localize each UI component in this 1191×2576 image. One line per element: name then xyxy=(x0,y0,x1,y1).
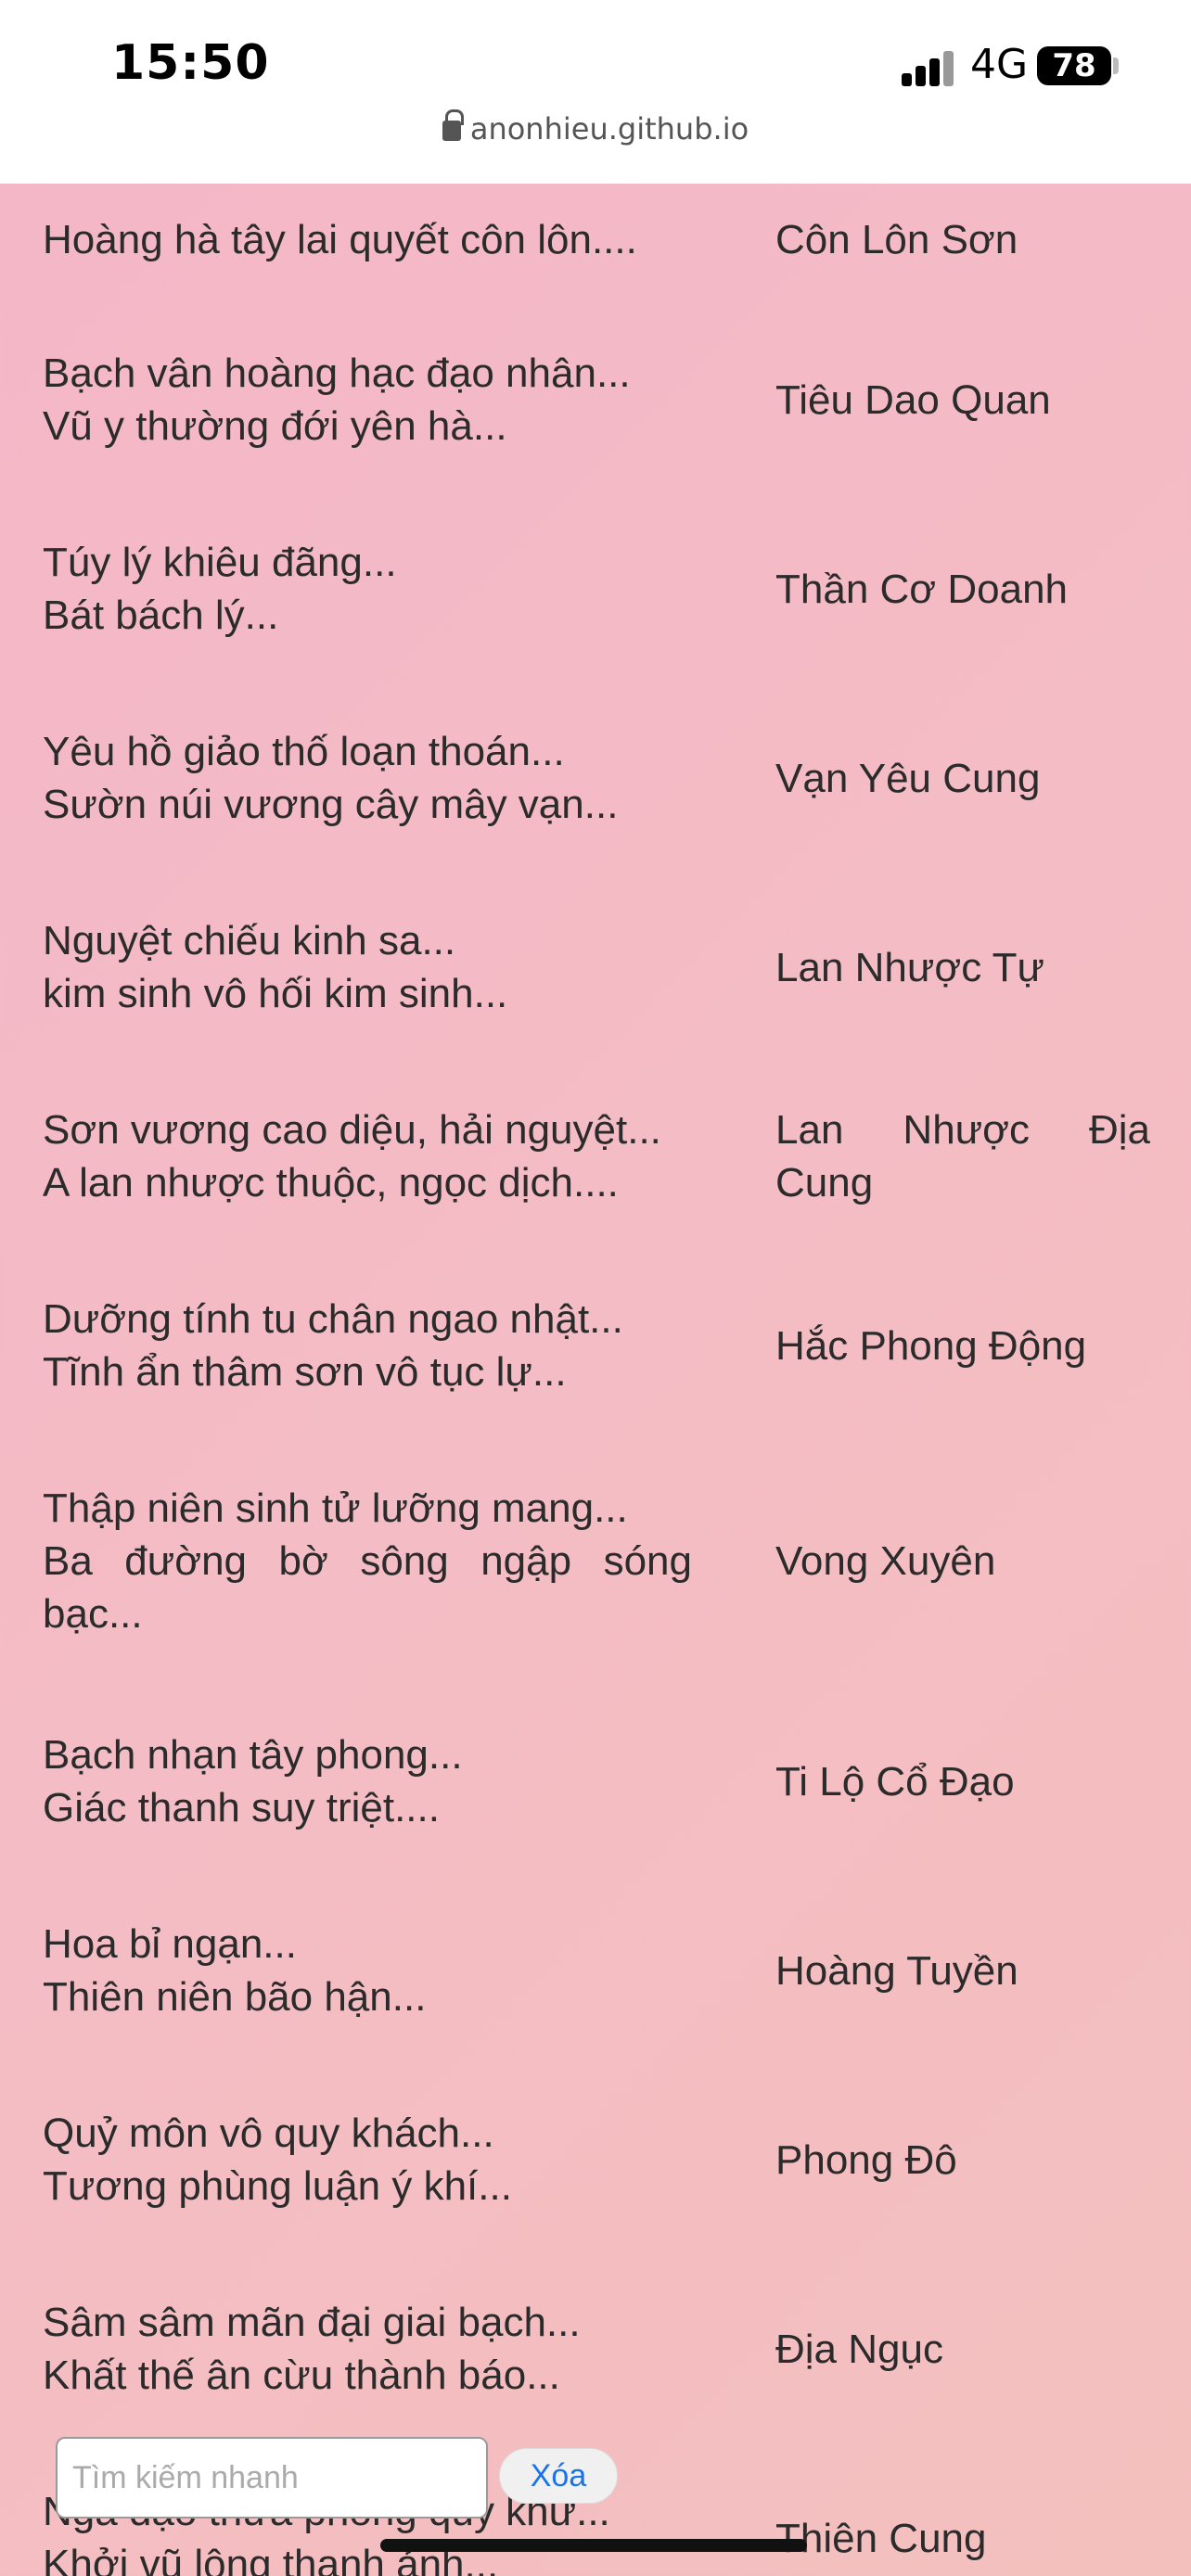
poem-excerpt: Hoàng hà tây lai quyết côn lôn.... xyxy=(43,213,692,266)
poem-line: Dưỡng tính tu chân ngao nhật... xyxy=(43,1296,623,1342)
poem-line: Túy lý khiêu đãng... xyxy=(43,540,397,585)
url-text: anonhieu.github.io xyxy=(469,111,749,147)
network-type: 4G xyxy=(970,41,1029,88)
place-name[interactable]: Thiên Cung xyxy=(775,2512,1150,2565)
poem-line: Quỷ môn vô quy khách... xyxy=(43,2111,494,2156)
poem-line: Sơn vương cao diệu, hải nguyệt... xyxy=(43,1107,661,1153)
poem-excerpt: Sơn vương cao diệu, hải nguyệt... A lan n… xyxy=(43,1103,692,1209)
place-name[interactable]: Hắc Phong Động xyxy=(775,1320,1150,1372)
poem-line: kim sinh vô hối kim sinh... xyxy=(43,971,508,1016)
poem-line: Thiên niên bão hận... xyxy=(43,1974,427,2020)
place-name[interactable]: Hoàng Tuyền xyxy=(775,1945,1150,1997)
place-name[interactable]: Ti Lộ Cổ Đạo xyxy=(775,1755,1150,1808)
poem-line: Ba đường bờ sông ngập sóng bạc... xyxy=(43,1538,692,1637)
poem-line: Yêu hồ giảo thố loạn thoán... xyxy=(43,729,565,774)
battery-tip xyxy=(1113,57,1119,74)
poem-line: Sườn núi vương cây mây vạn... xyxy=(43,782,619,827)
poem-line: Tĩnh ẩn thâm sơn vô tục lự... xyxy=(43,1349,567,1395)
lock-icon xyxy=(442,109,464,141)
poem-line: Nguyệt chiếu kinh sa... xyxy=(43,918,456,963)
poem-line: Giác thanh suy triệt.... xyxy=(43,1785,440,1830)
poem-excerpt: Bạch vân hoàng hạc đạo nhân... Vũ y thườn… xyxy=(43,347,692,453)
home-indicator xyxy=(380,2539,807,2552)
poem-line: Bạch vân hoàng hạc đạo nhân... xyxy=(43,351,631,396)
status-bar: 15:50 4G 78 anonhieu.github.io xyxy=(0,0,1191,184)
place-name[interactable]: Tiêu Dao Quan xyxy=(775,374,1150,427)
poem-line: Tương phùng luận ý khí... xyxy=(43,2163,512,2209)
address-bar[interactable]: anonhieu.github.io xyxy=(0,109,1191,147)
clear-button[interactable]: Xóa xyxy=(499,2448,618,2504)
signal-strength-icon xyxy=(902,51,955,86)
poem-line: Hoa bỉ ngạn... xyxy=(43,1921,297,1967)
place-name[interactable]: Vong Xuyên xyxy=(775,1535,1150,1588)
poem-excerpt: Dưỡng tính tu chân ngao nhật... Tĩnh ẩn t… xyxy=(43,1293,692,1398)
poem-excerpt: Thập niên sinh tử lưỡng mang... Ba đường … xyxy=(43,1482,692,1640)
poem-line: Khất thế ân cừu thành báo... xyxy=(43,2353,560,2398)
poem-line: Hoàng hà tây lai quyết côn lôn.... xyxy=(43,217,637,262)
poem-line: A lan nhược thuộc, ngọc dịch.... xyxy=(43,1160,619,1205)
search-input[interactable]: Tìm kiếm nhanh xyxy=(56,2437,488,2519)
poem-excerpt: Quỷ môn vô quy khách... Tương phùng luận … xyxy=(43,2107,692,2213)
place-name[interactable]: Lan Nhược Địa Cung xyxy=(775,1103,1150,1209)
place-name[interactable]: Phong Đô xyxy=(775,2134,1150,2187)
place-name[interactable]: Côn Lôn Sơn xyxy=(775,213,1150,266)
poem-line: Vũ y thường đới yên hà... xyxy=(43,403,507,449)
status-time: 15:50 xyxy=(111,35,270,91)
place-name[interactable]: Vạn Yêu Cung xyxy=(775,752,1150,805)
poem-excerpt: Bạch nhạn tây phong... Giác thanh suy tri… xyxy=(43,1728,692,1834)
poem-excerpt: Túy lý khiêu đãng... Bát bách lý... xyxy=(43,536,692,642)
poem-line: Bạch nhạn tây phong... xyxy=(43,1732,463,1778)
battery-icon: 78 xyxy=(1037,46,1111,85)
place-name[interactable]: Địa Ngục xyxy=(775,2323,1150,2376)
poem-excerpt: Sâm sâm mãn đại giai bạch... Khất thế ân … xyxy=(43,2296,692,2402)
poem-line: Sâm sâm mãn đại giai bạch... xyxy=(43,2300,581,2345)
poem-line: Thập niên sinh tử lưỡng mang... xyxy=(43,1486,628,1531)
poem-line: Bát bách lý... xyxy=(43,593,279,638)
poem-excerpt: Nguyệt chiếu kinh sa... kim sinh vô hối k… xyxy=(43,914,692,1020)
place-name[interactable]: Lan Nhược Tự xyxy=(775,941,1150,994)
poem-excerpt: Yêu hồ giảo thố loạn thoán... Sườn núi vư… xyxy=(43,725,692,831)
poem-excerpt: Hoa bỉ ngạn... Thiên niên bão hận... xyxy=(43,1918,692,2023)
place-name[interactable]: Thần Cơ Doanh xyxy=(775,563,1150,616)
